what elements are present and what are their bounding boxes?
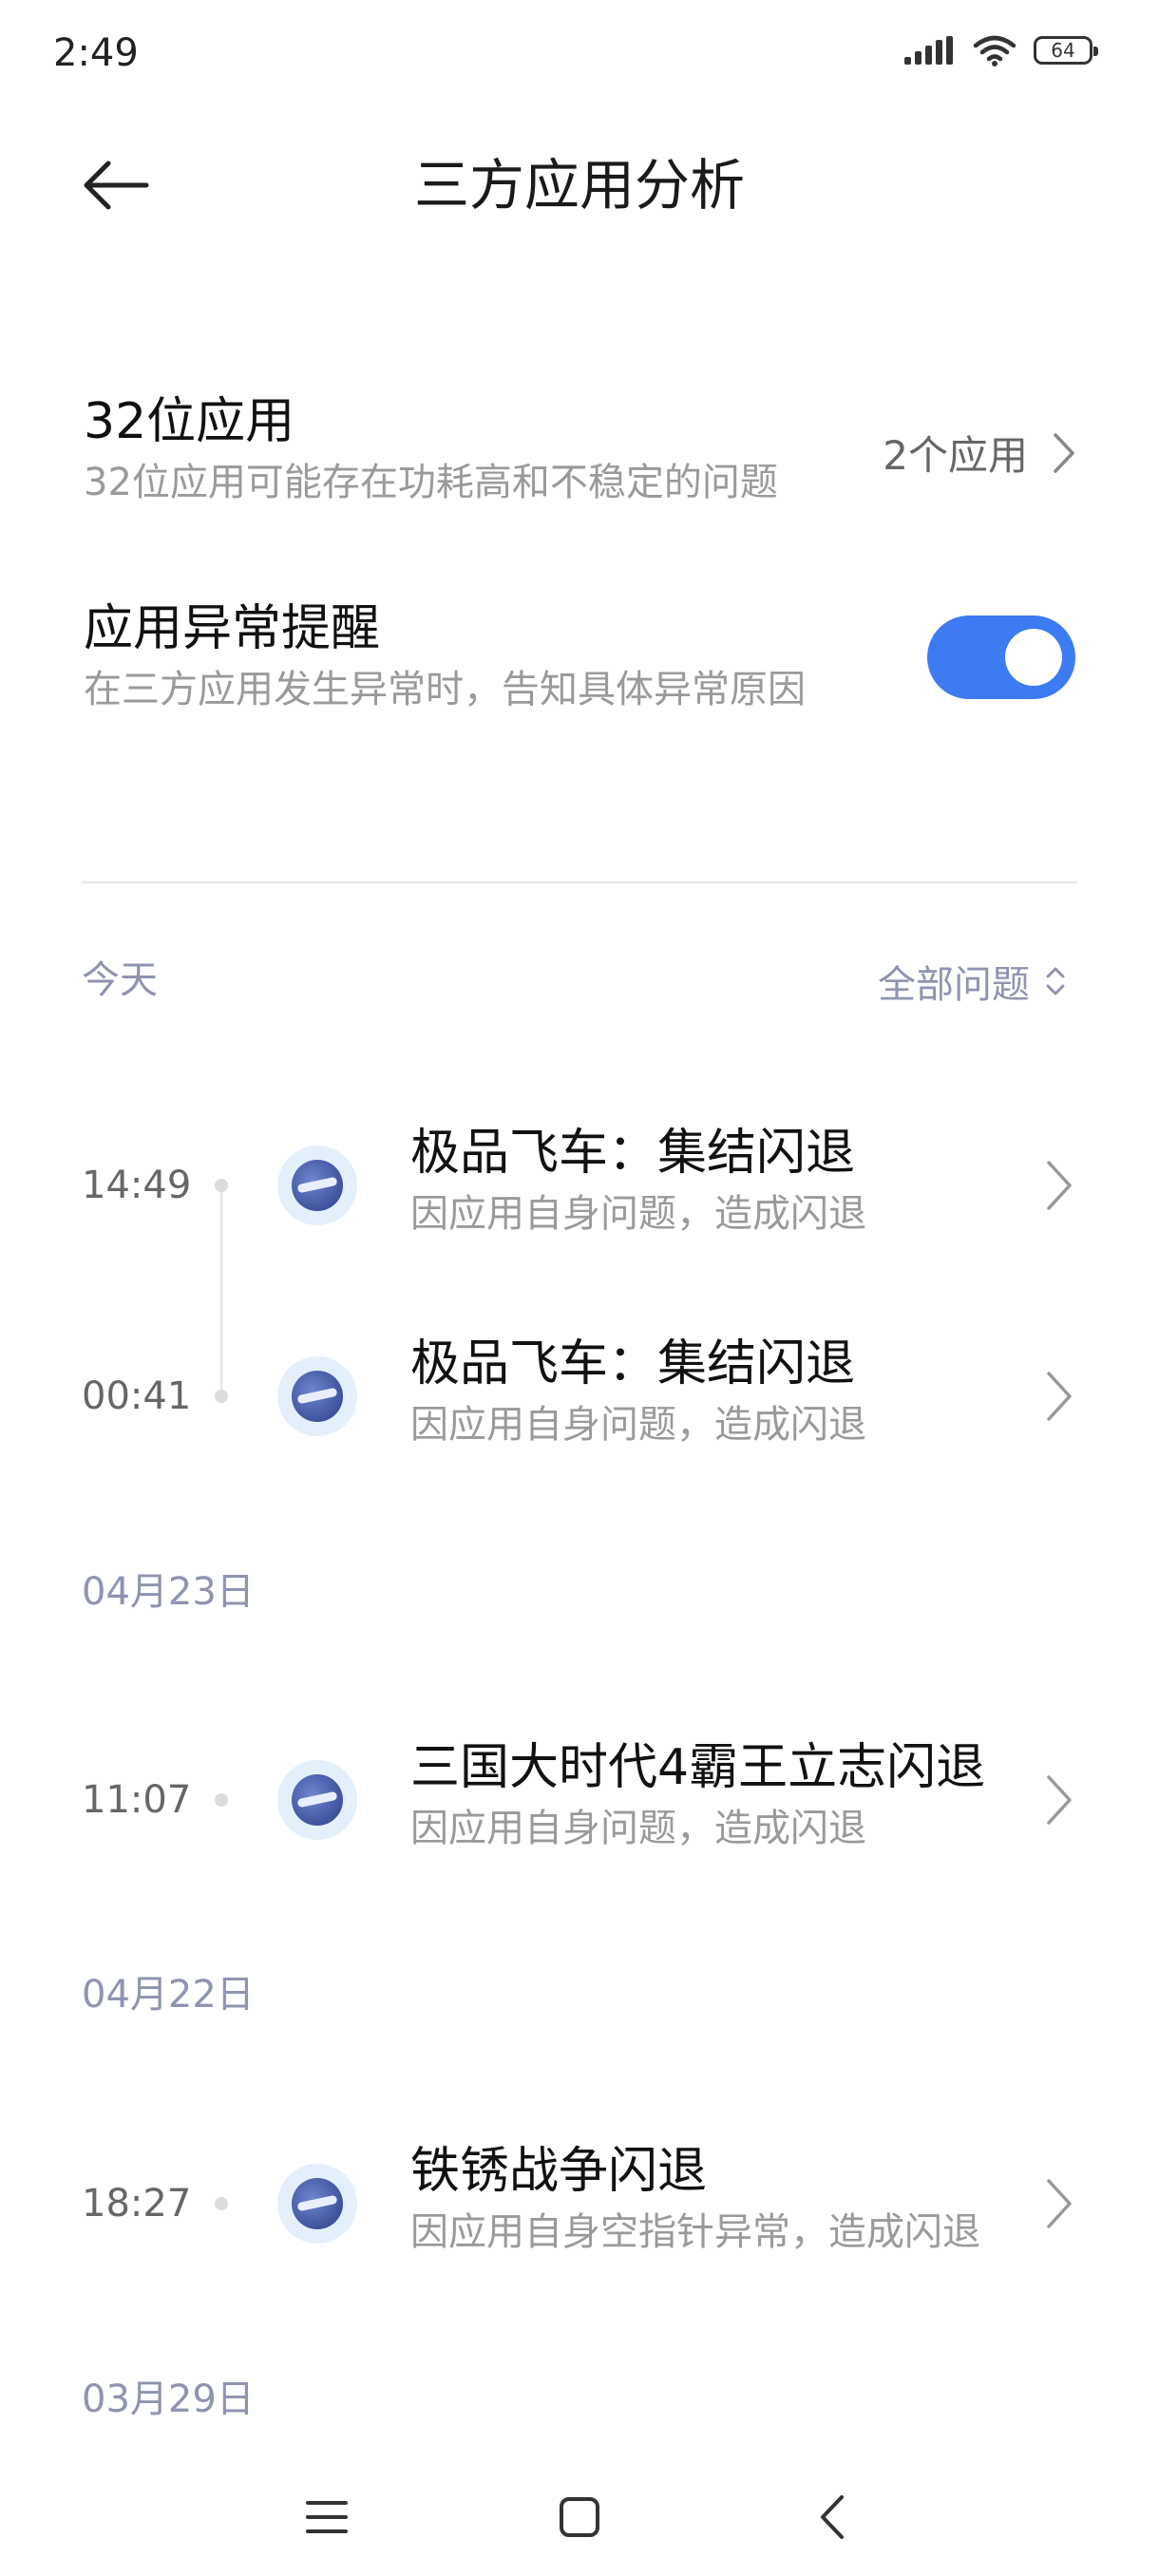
chevron-right-icon xyxy=(1047,1161,1072,1210)
event-row[interactable]: 18:27 铁锈战争闪退 因应用自身空指针异常，造成闪退 xyxy=(0,2130,1159,2282)
toggle-knob xyxy=(1005,629,1062,686)
app-icon xyxy=(277,2164,357,2244)
section-label-date: 04月23日 xyxy=(82,1570,255,1614)
section-label-date: 03月29日 xyxy=(82,2377,255,2421)
row-desc: 在三方应用发生异常时，告知具体异常原因 xyxy=(84,668,806,711)
event-row[interactable]: 11:07 三国大时代4霸王立志闪退 因应用自身问题，造成闪退 xyxy=(0,1726,1159,1878)
menu-icon xyxy=(306,2501,348,2533)
filter-dropdown[interactable]: 全部问题 xyxy=(878,954,1066,1009)
nav-back-button[interactable] xyxy=(785,2479,880,2555)
event-title: 极品飞车：集结闪退 xyxy=(410,1125,856,1182)
section-label-date: 04月22日 xyxy=(82,1973,255,2017)
back-button[interactable] xyxy=(74,142,160,228)
event-time: 18:27 xyxy=(82,2182,192,2226)
chevron-right-icon xyxy=(1047,1372,1072,1421)
event-title: 极品飞车：集结闪退 xyxy=(410,1335,856,1392)
timeline-dot xyxy=(215,1793,228,1807)
setting-app-alert: 应用异常提醒 在三方应用发生异常时，告知具体异常原因 xyxy=(84,597,1075,716)
app-icon xyxy=(277,1146,357,1225)
timeline-dot xyxy=(215,2197,228,2210)
app-icon xyxy=(277,1356,357,1436)
chevron-right-icon xyxy=(1054,432,1074,473)
chevron-right-icon xyxy=(1047,2179,1072,2228)
battery-level: 64 xyxy=(1051,39,1075,62)
nav-menu-button[interactable] xyxy=(279,2479,374,2555)
back-icon xyxy=(821,2495,844,2539)
row-value: 2个应用 xyxy=(883,424,1075,482)
timeline-dot xyxy=(215,1179,228,1192)
nav-home-button[interactable] xyxy=(532,2479,627,2555)
setting-32bit-apps[interactable]: 32位应用 32位应用可能存在功耗高和不稳定的问题 2个应用 xyxy=(84,389,1075,509)
filter-label: 全部问题 xyxy=(878,963,1030,1007)
event-desc: 因应用自身问题，造成闪退 xyxy=(410,1807,866,1850)
alert-toggle[interactable] xyxy=(927,616,1075,699)
app-icon xyxy=(277,1760,357,1840)
event-desc: 因应用自身空指针异常，造成闪退 xyxy=(410,2210,980,2254)
section-label-today: 今天 xyxy=(82,958,158,1002)
event-time: 14:49 xyxy=(82,1164,192,1207)
event-title: 三国大时代4霸王立志闪退 xyxy=(410,1739,986,1796)
event-time: 11:07 xyxy=(82,1778,192,1822)
event-time: 00:41 xyxy=(82,1374,192,1418)
timeline-dot xyxy=(215,1390,228,1403)
event-desc: 因应用自身问题，造成闪退 xyxy=(410,1403,866,1447)
back-arrow-icon xyxy=(84,161,149,210)
app-count: 2个应用 xyxy=(883,432,1028,479)
page-title: 三方应用分析 xyxy=(413,153,745,218)
divider xyxy=(82,881,1077,883)
event-title: 铁锈战争闪退 xyxy=(410,2143,708,2200)
updown-chevron-icon xyxy=(1046,967,1065,995)
battery-icon: 64 xyxy=(1034,36,1098,65)
wifi-icon xyxy=(973,35,1016,66)
home-icon xyxy=(560,2497,599,2537)
chevron-right-icon xyxy=(1047,1775,1072,1825)
status-time: 2:49 xyxy=(53,31,139,75)
event-row[interactable]: 00:41 极品飞车：集结闪退 因应用自身问题，造成闪退 xyxy=(0,1322,1159,1474)
event-desc: 因应用自身问题，造成闪退 xyxy=(410,1192,866,1236)
status-icons: 64 xyxy=(904,34,1098,66)
signal-icon xyxy=(904,36,953,65)
event-row[interactable]: 14:49 极品飞车：集结闪退 因应用自身问题，造成闪退 xyxy=(0,1111,1159,1263)
